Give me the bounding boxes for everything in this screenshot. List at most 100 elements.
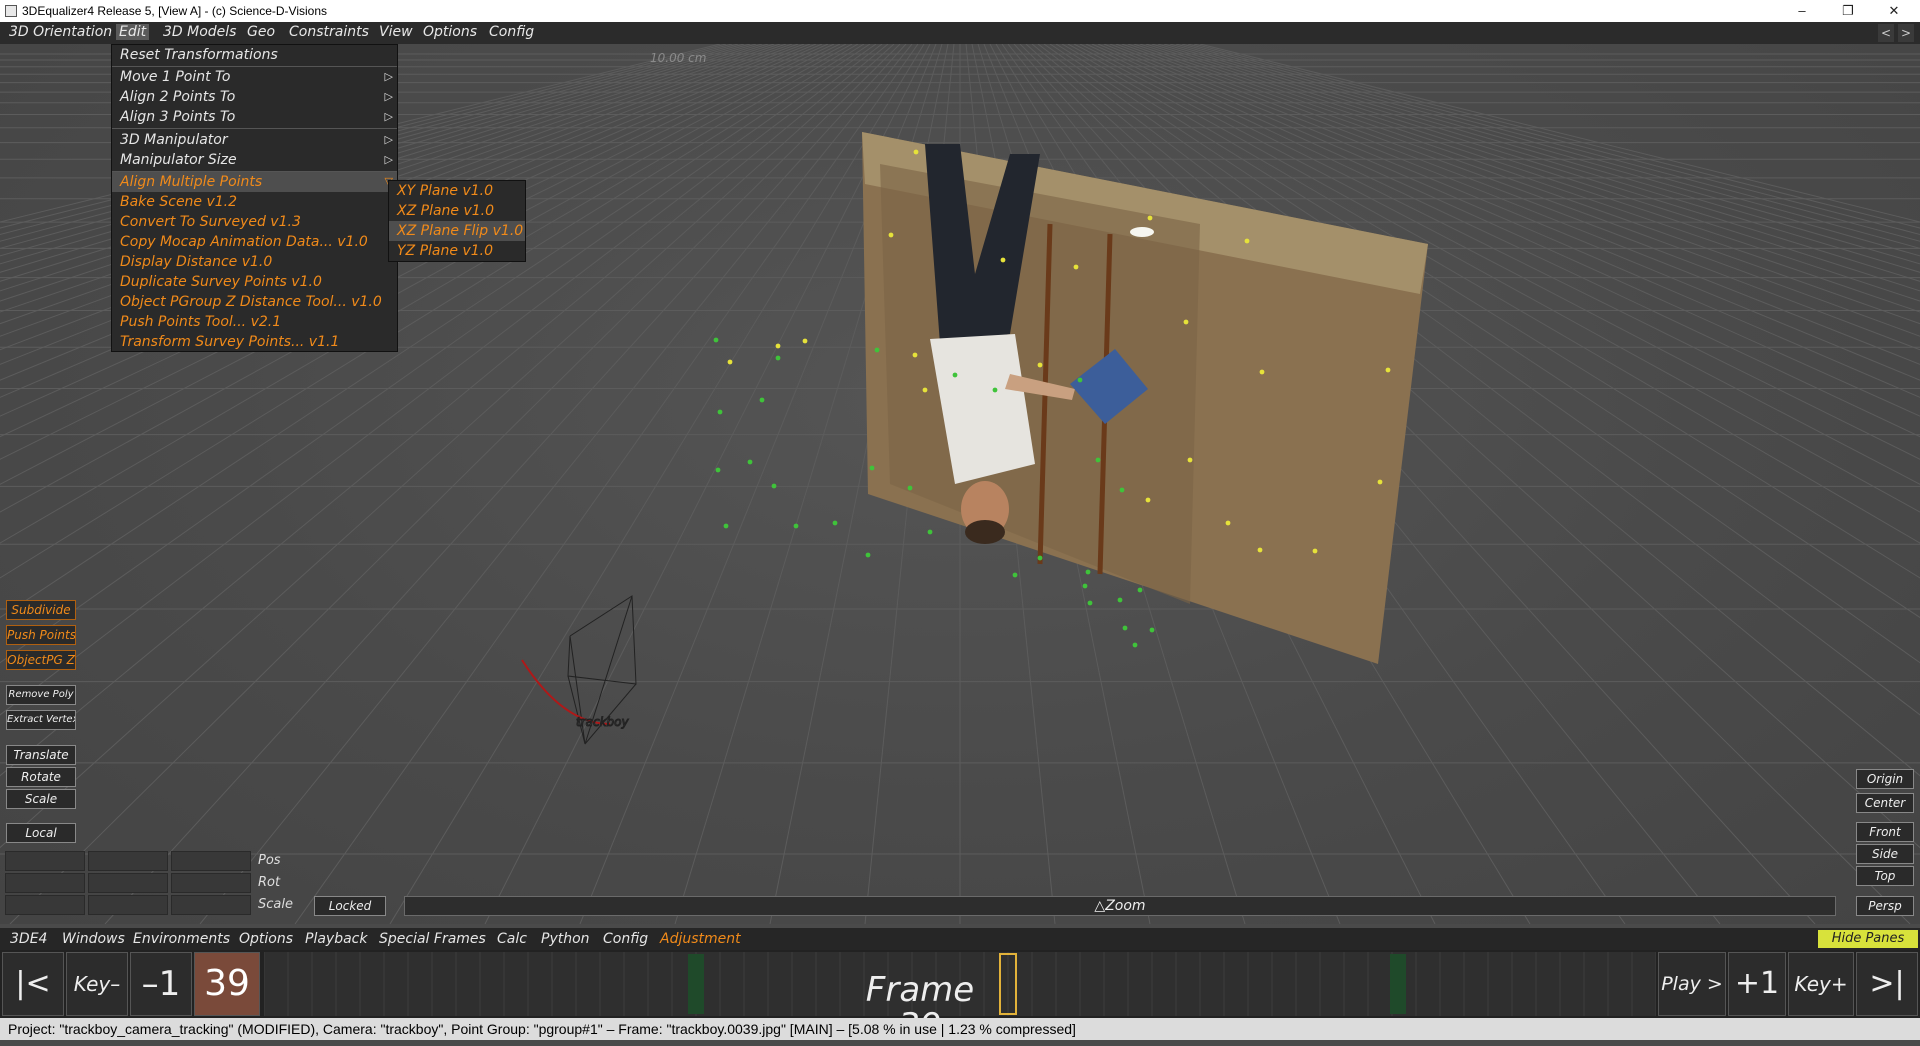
key-next-button[interactable]: Key+	[1788, 952, 1854, 1016]
pos-x-field[interactable]	[5, 851, 85, 871]
camera-gizmo: trackboy	[521, 595, 637, 745]
image-plane	[862, 132, 1428, 664]
menu-item-label: Display Distance v1.0	[120, 254, 273, 270]
scale-z-field[interactable]	[171, 895, 251, 915]
menu-environments[interactable]: Environments	[133, 931, 230, 947]
rot-y-field[interactable]	[88, 873, 168, 893]
minimize-button[interactable]: –	[1780, 0, 1824, 22]
extract-vertex-button[interactable]: Extract Vertex	[6, 710, 76, 730]
scale-button[interactable]: Scale	[6, 789, 76, 809]
key-prev-button[interactable]: Key–	[66, 952, 128, 1016]
remove-poly-button[interactable]: Remove Poly	[6, 685, 76, 705]
menu-edit[interactable]: Edit	[116, 24, 150, 40]
menu-item-label: Transform Survey Points... v1.1	[120, 334, 340, 350]
menu-object-pgroup-z[interactable]: Object PGroup Z Distance Tool... v1.0	[112, 292, 397, 312]
translate-button[interactable]: Translate	[6, 745, 76, 765]
frame-label: Frame 39	[865, 970, 975, 1044]
rotate-button[interactable]: Rotate	[6, 767, 76, 787]
menu-item-label: Reset Transformations	[120, 47, 278, 63]
local-button[interactable]: Local	[6, 823, 76, 843]
pos-z-field[interactable]	[171, 851, 251, 871]
menu-3d-models[interactable]: 3D Models	[160, 24, 239, 40]
play-button[interactable]: Play >	[1658, 952, 1726, 1016]
submenu-yz-plane[interactable]: YZ Plane v1.0	[389, 241, 525, 261]
submenu-item-label: YZ Plane v1.0	[397, 243, 493, 259]
menu-constraints[interactable]: Constraints	[286, 24, 372, 40]
grid-scale-label: 10.00 cm	[650, 51, 706, 65]
menu-separator	[112, 128, 397, 129]
menu-3d-manipulator[interactable]: 3D Manipulator ▷	[112, 130, 397, 150]
top-button[interactable]: Top	[1856, 866, 1914, 886]
hide-panes-button[interactable]: Hide Panes	[1818, 930, 1918, 948]
origin-button[interactable]: Origin	[1856, 769, 1914, 789]
menu-push-points-tool[interactable]: Push Points Tool... v2.1	[112, 312, 397, 332]
menu-align-multiple-points[interactable]: Align Multiple Points▽	[112, 172, 397, 192]
menu-item-label: Manipulator Size	[120, 152, 237, 168]
menu-python[interactable]: Python	[541, 931, 590, 947]
current-frame-field[interactable]: 39	[194, 952, 260, 1016]
plus-one-button[interactable]: +1	[1728, 952, 1786, 1016]
menu-align-2-points[interactable]: Align 2 Points To ▷	[112, 87, 397, 107]
menu-calc[interactable]: Calc	[497, 931, 527, 947]
menu-bake-scene[interactable]: Bake Scene v1.2	[112, 192, 397, 212]
menu-adjustment[interactable]: Adjustment	[660, 931, 741, 947]
nav-next-button[interactable]: >	[1898, 24, 1914, 42]
locked-button[interactable]: Locked	[314, 896, 386, 916]
scale-x-field[interactable]	[5, 895, 85, 915]
minus-one-button[interactable]: –1	[130, 952, 192, 1016]
menu-item-label: Align 3 Points To	[120, 109, 236, 125]
nav-prev-button[interactable]: <	[1878, 24, 1894, 42]
center-button[interactable]: Center	[1856, 793, 1914, 813]
submenu-xz-plane-flip[interactable]: XZ Plane Flip v1.0	[389, 221, 525, 241]
menu-display-distance[interactable]: Display Distance v1.0	[112, 252, 397, 272]
menu-item-label: Push Points Tool... v2.1	[120, 314, 282, 330]
last-frame-button[interactable]: >|	[1856, 952, 1918, 1016]
menu-config[interactable]: Config	[486, 24, 537, 40]
menu-transform-survey-points[interactable]: Transform Survey Points... v1.1	[112, 332, 397, 352]
menu-view[interactable]: View	[376, 24, 416, 40]
front-button[interactable]: Front	[1856, 822, 1914, 842]
submenu-item-label: XZ Plane v1.0	[397, 203, 495, 219]
camera-label: trackboy	[576, 715, 629, 729]
menu-item-label: Bake Scene v1.2	[120, 194, 238, 210]
menu-geo[interactable]: Geo	[244, 24, 278, 40]
submenu-arrow-icon: ▷	[384, 70, 393, 83]
menu-item-label: Move 1 Point To	[120, 69, 231, 85]
rot-x-field[interactable]	[5, 873, 85, 893]
menu-align-3-points[interactable]: Align 3 Points To ▷	[112, 107, 397, 127]
objectpg-z-button[interactable]: ObjectPG Z	[6, 650, 76, 670]
menu-options-lower[interactable]: Options	[239, 931, 293, 947]
persp-button[interactable]: Persp	[1856, 896, 1914, 916]
menu-reset-transformations[interactable]: Reset Transformations	[112, 45, 397, 65]
submenu-arrow-icon: ▷	[384, 133, 393, 146]
window-title: 3DEqualizer4 Release 5, [View A] - (c) S…	[22, 4, 328, 18]
menu-options[interactable]: Options	[420, 24, 480, 40]
submenu-arrow-icon: ▷	[384, 90, 393, 103]
menu-windows[interactable]: Windows	[62, 931, 125, 947]
menu-3d-orientation[interactable]: 3D Orientation	[6, 24, 115, 40]
menu-special-frames[interactable]: Special Frames	[379, 931, 486, 947]
menu-move-1-point[interactable]: Move 1 Point To ▷	[112, 67, 397, 87]
close-button[interactable]: ✕	[1872, 0, 1916, 22]
submenu-xy-plane[interactable]: XY Plane v1.0	[389, 181, 525, 201]
first-frame-button[interactable]: |<	[2, 952, 64, 1016]
menu-duplicate-survey-points[interactable]: Duplicate Survey Points v1.0	[112, 272, 397, 292]
subdivide-button[interactable]: Subdivide	[6, 600, 76, 620]
menu-manipulator-size[interactable]: Manipulator Size ▷	[112, 150, 397, 170]
restore-button[interactable]: ❐	[1826, 0, 1870, 22]
menu-copy-mocap[interactable]: Copy Mocap Animation Data... v1.0	[112, 232, 397, 252]
rot-z-field[interactable]	[171, 873, 251, 893]
scale-y-field[interactable]	[88, 895, 168, 915]
status-bar: Project: "trackboy_camera_tracking" (MOD…	[0, 1018, 1920, 1040]
menu-config-lower[interactable]: Config	[603, 931, 648, 947]
side-button[interactable]: Side	[1856, 844, 1914, 864]
menu-item-label: Duplicate Survey Points v1.0	[120, 274, 322, 290]
menu-convert-to-surveyed[interactable]: Convert To Surveyed v1.3	[112, 212, 397, 232]
submenu-arrow-icon: ▷	[384, 110, 393, 123]
push-points-button[interactable]: Push Points	[6, 625, 76, 645]
pos-y-field[interactable]	[88, 851, 168, 871]
submenu-xz-plane[interactable]: XZ Plane v1.0	[389, 201, 525, 221]
menu-playback[interactable]: Playback	[305, 931, 367, 947]
menu-3de4[interactable]: 3DE4	[10, 931, 47, 947]
zoom-slider[interactable]: △Zoom	[404, 896, 1836, 916]
